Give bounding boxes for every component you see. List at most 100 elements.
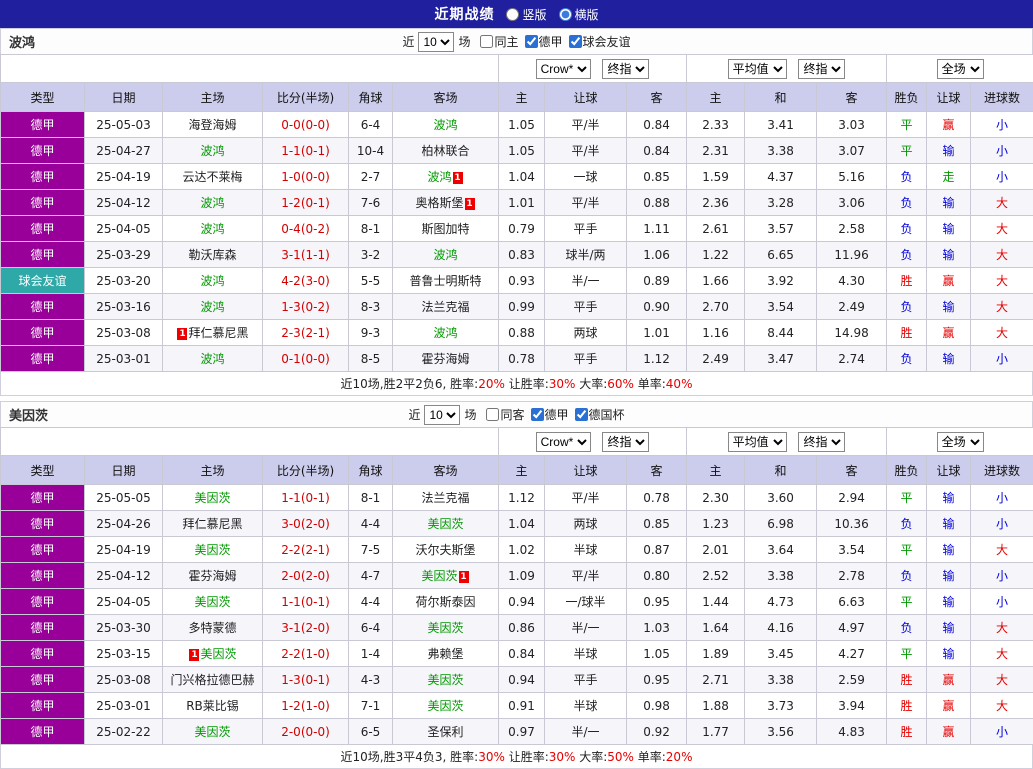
summary-segment: 30% xyxy=(478,750,505,764)
match-score: 0-4(0-2) xyxy=(263,216,349,242)
euro-draw-odds: 3.47 xyxy=(745,346,817,372)
match-row: 球会友谊25-03-20波鸿4-2(3-0)5-5普鲁士明斯特0.93半/一0.… xyxy=(1,268,1033,294)
match-date: 25-03-01 xyxy=(85,693,163,719)
euro-home-odds: 1.88 xyxy=(687,693,745,719)
summary-segment: 60% xyxy=(607,377,634,391)
euro-time-select[interactable]: 终指 xyxy=(798,59,845,79)
filter-check-2[interactable]: 德甲 xyxy=(525,33,563,50)
match-date: 25-04-05 xyxy=(85,216,163,242)
stats-table: Crow* 终指 平均值 终指 全场 类型日期主场比分(半场)角球客场主让球客主… xyxy=(0,427,1033,745)
result-cell: 平 xyxy=(887,589,927,615)
euro-home-odds: 2.36 xyxy=(687,190,745,216)
euro-home-odds: 2.30 xyxy=(687,485,745,511)
scope-select[interactable]: 全场 xyxy=(937,432,984,452)
euro-home-odds: 1.23 xyxy=(687,511,745,537)
result-cell: 胜 xyxy=(887,667,927,693)
home-team-cell: 霍芬海姆 xyxy=(163,563,263,589)
handicap-result-cell: 赢 xyxy=(927,719,971,745)
euro-company-select[interactable]: 平均值 xyxy=(728,59,787,79)
layout-radio[interactable] xyxy=(506,8,519,21)
layout-option-label: 横版 xyxy=(575,6,599,23)
filter-check-2[interactable]: 德甲 xyxy=(531,406,569,423)
team-name-text: 拜仁慕尼黑 xyxy=(182,517,242,531)
euro-time-select[interactable]: 终指 xyxy=(798,432,845,452)
asia-home-odds: 1.05 xyxy=(499,138,545,164)
filter-check-1[interactable]: 同客 xyxy=(486,406,524,423)
asia-handicap: 半/一 xyxy=(545,615,627,641)
asia-handicap: 平手 xyxy=(545,216,627,242)
layout-option-2[interactable]: 横版 xyxy=(559,6,599,23)
asia-company-select[interactable]: Crow* xyxy=(536,59,591,79)
filter-checkbox[interactable] xyxy=(575,408,588,421)
asia-away-odds: 0.80 xyxy=(627,563,687,589)
result-cell: 胜 xyxy=(887,719,927,745)
match-score: 2-0(0-0) xyxy=(263,719,349,745)
column-headers: 类型日期主场比分(半场)角球客场主让球客主和客胜负让球进球数 xyxy=(1,83,1033,112)
asia-handicap: 平/半 xyxy=(545,190,627,216)
asia-time-select[interactable]: 终指 xyxy=(602,432,649,452)
match-row: 德甲25-05-05美因茨1-1(0-1)8-1法兰克福1.12平/半0.782… xyxy=(1,485,1033,511)
rows-body: 德甲25-05-03海登海姆0-0(0-0)6-4波鸿1.05平/半0.842.… xyxy=(1,112,1033,372)
match-type-cell: 德甲 xyxy=(1,294,85,320)
dropdown-row-spacer xyxy=(1,428,499,456)
euro-home-odds: 1.64 xyxy=(687,615,745,641)
euro-draw-odds: 3.64 xyxy=(745,537,817,563)
team-name-text: 美因茨 xyxy=(422,569,458,583)
euro-home-odds: 2.31 xyxy=(687,138,745,164)
euro-draw-odds: 3.92 xyxy=(745,268,817,294)
rows-body: 德甲25-05-05美因茨1-1(0-1)8-1法兰克福1.12平/半0.782… xyxy=(1,485,1033,745)
layout-option-1[interactable]: 竖版 xyxy=(506,6,546,23)
home-team-cell: 多特蒙德 xyxy=(163,615,263,641)
summary-segment: 30% xyxy=(549,750,576,764)
asia-handicap: 平/半 xyxy=(545,112,627,138)
team-name-text: 波鸿 xyxy=(428,170,452,184)
filter-checkbox[interactable] xyxy=(531,408,544,421)
euro-home-odds: 1.44 xyxy=(687,589,745,615)
asia-home-odds: 0.83 xyxy=(499,242,545,268)
match-score: 2-2(1-0) xyxy=(263,641,349,667)
corner-score: 6-4 xyxy=(349,112,393,138)
filter-check-1[interactable]: 同主 xyxy=(480,33,518,50)
asia-time-select[interactable]: 终指 xyxy=(602,59,649,79)
corner-score: 7-5 xyxy=(349,537,393,563)
filter-check-label: 球会友谊 xyxy=(583,33,631,50)
asia-home-odds: 0.94 xyxy=(499,667,545,693)
match-score: 1-0(0-0) xyxy=(263,164,349,190)
filter-check-3[interactable]: 德国杯 xyxy=(575,406,625,423)
filter-checkbox[interactable] xyxy=(525,35,538,48)
result-cell: 平 xyxy=(887,641,927,667)
euro-draw-odds: 3.56 xyxy=(745,719,817,745)
result-cell: 负 xyxy=(887,294,927,320)
asia-home-odds: 0.84 xyxy=(499,641,545,667)
filter-check-3[interactable]: 球会友谊 xyxy=(569,33,631,50)
team-name-text: 波鸿 xyxy=(200,274,224,288)
team-name-text: 波鸿 xyxy=(200,352,224,366)
euro-company-select[interactable]: 平均值 xyxy=(728,432,787,452)
asia-away-odds: 0.89 xyxy=(627,268,687,294)
away-team-cell: 奥格斯堡1 xyxy=(393,190,499,216)
team-name-text: 波鸿 xyxy=(200,300,224,314)
euro-home-odds: 2.49 xyxy=(687,346,745,372)
layout-radio[interactable] xyxy=(559,8,572,21)
match-date: 25-03-20 xyxy=(85,268,163,294)
euro-draw-odds: 3.54 xyxy=(745,294,817,320)
filter-checkbox[interactable] xyxy=(569,35,582,48)
filter-checkbox[interactable] xyxy=(480,35,493,48)
asia-company-select[interactable]: Crow* xyxy=(536,432,591,452)
col-header-score: 比分(半场) xyxy=(263,83,349,112)
col-header-euro-home: 主 xyxy=(687,456,745,485)
filter-checkboxes: 同客德甲德国杯 xyxy=(480,406,624,423)
euro-odds-dropdowns: 平均值 终指 xyxy=(687,428,887,456)
filter-checkbox[interactable] xyxy=(486,408,499,421)
scope-select[interactable]: 全场 xyxy=(937,59,984,79)
recent-count-select[interactable]: 10 xyxy=(424,405,460,425)
summary-row: 近10场,胜3平4负3, 胜率:30% 让胜率:30% 大率:50% 单率:20… xyxy=(0,745,1033,769)
match-score: 3-1(1-1) xyxy=(263,242,349,268)
home-team-cell: 波鸿 xyxy=(163,294,263,320)
asia-handicap: 半球 xyxy=(545,693,627,719)
match-score: 0-1(0-0) xyxy=(263,346,349,372)
handicap-result-cell: 输 xyxy=(927,563,971,589)
recent-count-select[interactable]: 10 xyxy=(418,32,454,52)
match-type-cell: 德甲 xyxy=(1,320,85,346)
team-name-text: 海登海姆 xyxy=(188,118,236,132)
